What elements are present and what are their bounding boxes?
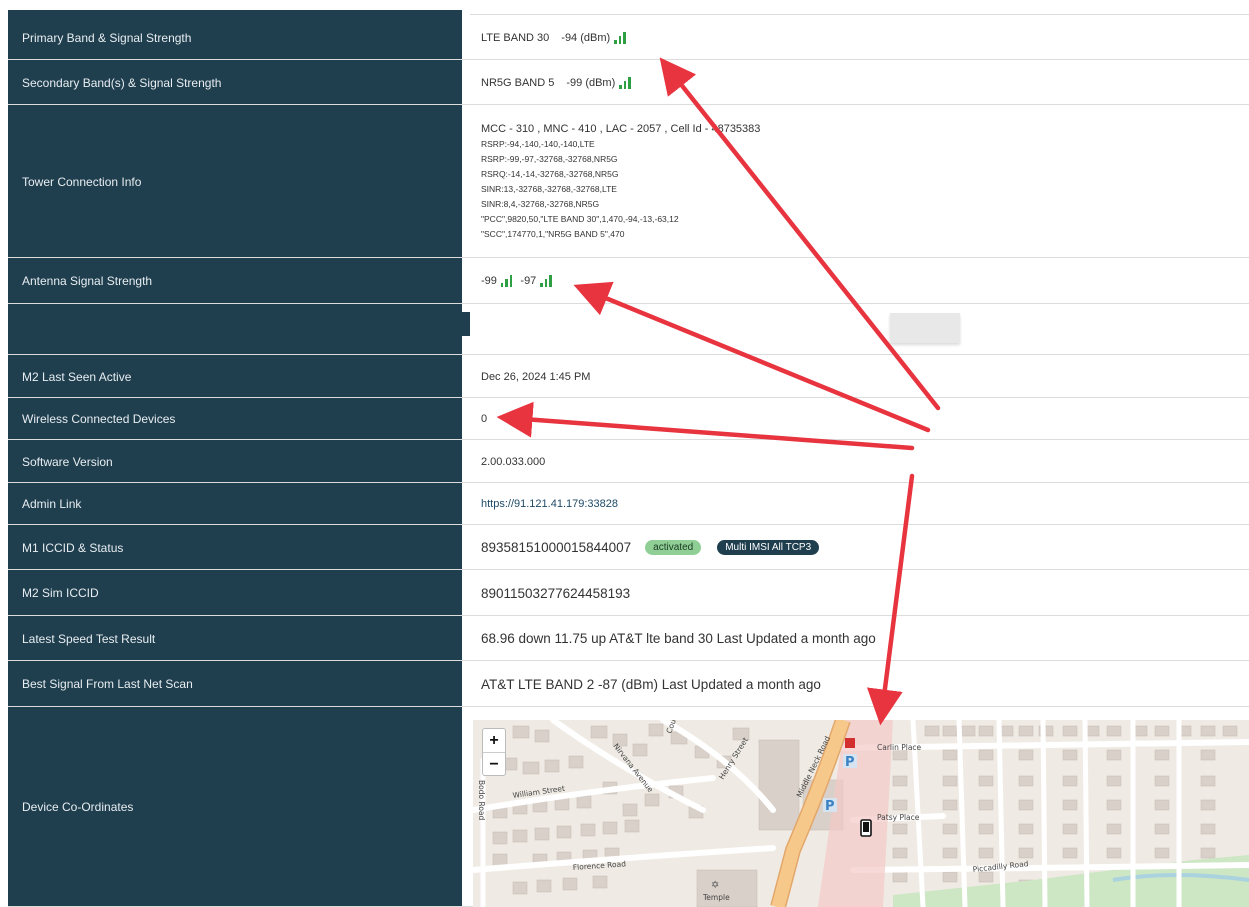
signal-bars-icon [614, 31, 626, 44]
signal-bars-icon [500, 275, 513, 287]
label-antenna-signal: Antenna Signal Strength [8, 258, 462, 304]
street-label: Bodo Road [477, 780, 486, 821]
primary-band-name: LTE BAND 30 [481, 31, 550, 44]
street-label: Patsy Place [877, 813, 920, 822]
row-speed-test: Latest Speed Test Result 68.96 down 11.7… [8, 616, 1249, 661]
label-secondary-band: Secondary Band(s) & Signal Strength [8, 60, 462, 105]
label-m2-last-seen: M2 Last Seen Active [8, 355, 462, 398]
label-software-version: Software Version [8, 440, 462, 483]
row-m2-sim-iccid: M2 Sim ICCID 89011503277624458193 [8, 570, 1249, 616]
row-antenna-signal: Antenna Signal Strength -99 -97 [8, 258, 1249, 304]
device-location-icon[interactable] [860, 819, 872, 837]
svg-text:✡: ✡ [711, 880, 719, 891]
label-admin-link: Admin Link [8, 483, 462, 525]
label-wireless-devices: Wireless Connected Devices [8, 398, 462, 440]
signal-bars-icon [540, 275, 552, 287]
value-secondary-band: NR5G BAND 5 -99 (dBm) [470, 60, 1249, 105]
value-redacted [470, 304, 1249, 355]
tower-line: "SCC",174770,1,"NR5G BAND 5",470 [481, 228, 625, 239]
antenna-1-strength: -99 [481, 275, 497, 287]
tower-main-info: MCC - 310 , MNC - 410 , LAC - 2057 , Cel… [481, 122, 761, 135]
tower-line: RSRP:-94,-140,-140,-140,LTE [481, 138, 595, 149]
tower-line: RSRP:-99,-97,-32768,-32768,NR5G [481, 153, 618, 164]
label-best-signal: Best Signal From Last Net Scan [8, 661, 462, 707]
map-zoom-control: + − [482, 728, 506, 776]
antenna-2-strength: -97 [520, 275, 537, 287]
value-antenna-signal: -99 -97 [470, 258, 1249, 304]
value-speed-test: 68.96 down 11.75 up AT&T lte band 30 Las… [481, 631, 876, 646]
value-wireless-devices: 0 [481, 413, 488, 425]
value-m2-sim-iccid: 89011503277624458193 [481, 585, 631, 601]
redacted-value-blur [890, 313, 960, 343]
signal-bars-icon [619, 76, 631, 89]
secondary-band-strength: -99 (dBm) [566, 76, 616, 89]
zoom-in-button[interactable]: + [483, 729, 505, 753]
value-admin-link: https://91.121.41.179:33828 [470, 483, 1249, 525]
label-primary-band: Primary Band & Signal Strength [8, 15, 462, 60]
plan-badge: Multi IMSI All TCP3 [717, 540, 820, 555]
row-admin-link: Admin Link https://91.121.41.179:33828 [8, 483, 1249, 525]
map-canvas[interactable]: P P ✡ William Street Nirvana Avenue Henr… [473, 720, 1249, 907]
m1-iccid-number: 89358151000015844007 [481, 540, 632, 555]
tower-line: SINR:13,-32768,-32768,-32768,LTE [481, 183, 617, 194]
tower-line: SINR:8,4,-32768,-32768,NR5G [481, 198, 600, 209]
primary-band-strength: -94 (dBm) [561, 31, 611, 44]
label-m1-iccid: M1 ICCID & Status [8, 525, 462, 570]
label-tower-connection: Tower Connection Info [8, 105, 462, 258]
device-details-table: Primary Band & Signal Strength LTE BAND … [8, 0, 1249, 907]
zoom-out-button[interactable]: − [483, 753, 505, 776]
secondary-band-name: NR5G BAND 5 [481, 76, 555, 89]
label-speed-test: Latest Speed Test Result [8, 616, 462, 661]
parking-marker: P [845, 755, 855, 770]
label-redacted [8, 304, 462, 355]
row-m2-last-seen: M2 Last Seen Active Dec 26, 2024 1:45 PM [8, 355, 1249, 398]
value-best-signal: AT&T LTE BAND 2 -87 (dBm) Last Updated a… [481, 676, 821, 692]
row-redacted [8, 304, 1249, 355]
status-badge: activated [645, 540, 702, 555]
device-map[interactable]: P P ✡ William Street Nirvana Avenue Henr… [473, 720, 1249, 907]
row-m1-iccid: M1 ICCID & Status 89358151000015844007 a… [8, 525, 1249, 570]
tower-line: RSRQ:-14,-14,-32768,-32768,NR5G [481, 168, 619, 179]
street-label: Carlin Place [877, 743, 922, 752]
value-software-version: 2.00.033.000 [481, 455, 546, 468]
label-m2-sim-iccid: M2 Sim ICCID [8, 570, 462, 616]
row-software-version: Software Version 2.00.033.000 [8, 440, 1249, 483]
redacted-row-stub [462, 312, 470, 336]
label-device-coordinates: Device Co-Ordinates [8, 707, 462, 907]
value-m1-iccid: 89358151000015844007 activated Multi IMS… [470, 525, 1249, 570]
row-tower-connection: Tower Connection Info MCC - 310 , MNC - … [8, 105, 1249, 258]
value-primary-band: LTE BAND 30 -94 (dBm) [470, 15, 1249, 60]
street-label: Temple [702, 893, 730, 902]
value-tower-connection: MCC - 310 , MNC - 410 , LAC - 2057 , Cel… [470, 105, 1249, 258]
tower-line: "PCC",9820,50,"LTE BAND 30",1,470,-94,-1… [481, 213, 679, 224]
row-best-signal: Best Signal From Last Net Scan AT&T LTE … [8, 661, 1249, 707]
value-m2-last-seen: Dec 26, 2024 1:45 PM [481, 370, 591, 383]
row-wireless-devices: Wireless Connected Devices 0 [8, 398, 1249, 440]
admin-link[interactable]: https://91.121.41.179:33828 [481, 498, 618, 510]
row-primary-band: Primary Band & Signal Strength LTE BAND … [8, 15, 1249, 60]
parking-marker: P [825, 799, 835, 814]
row-secondary-band: Secondary Band(s) & Signal Strength NR5G… [8, 60, 1249, 105]
